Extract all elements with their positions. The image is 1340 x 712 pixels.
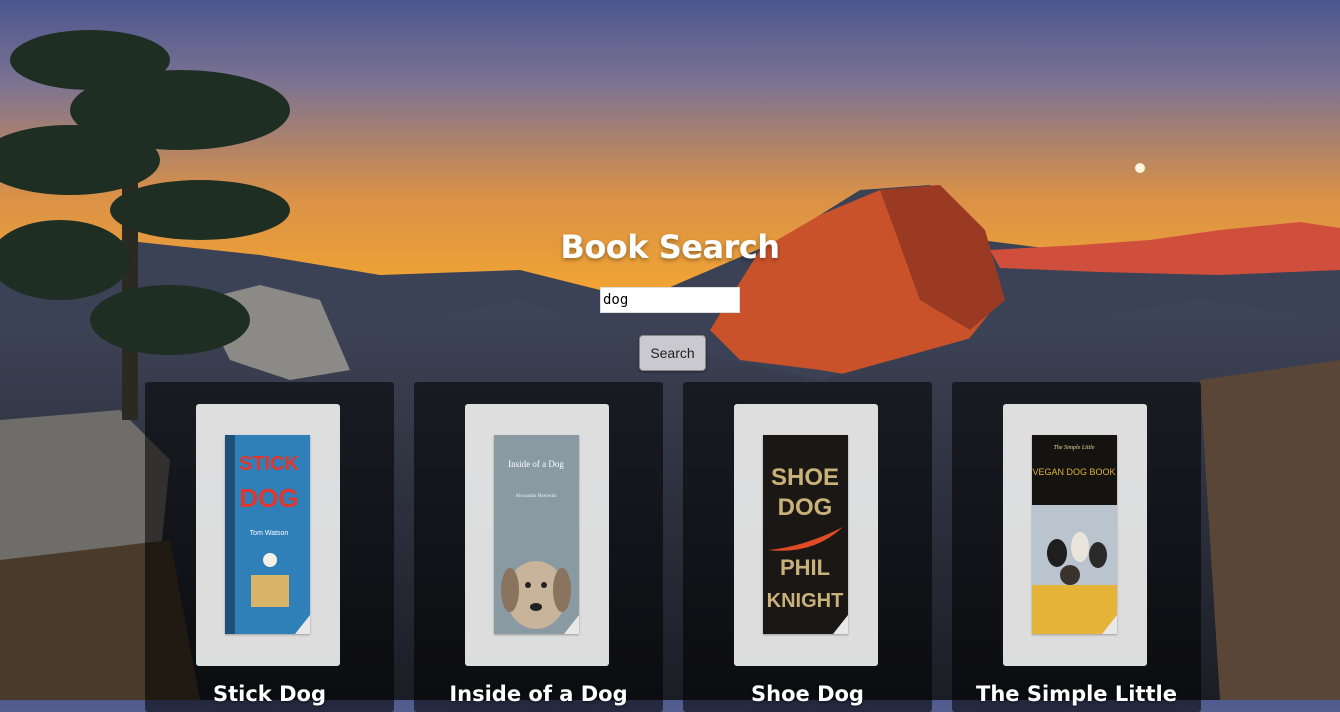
book-title[interactable]: Inside of a Dog xyxy=(414,682,663,706)
cover-word-1: SHOE xyxy=(771,464,839,491)
book-cover-image[interactable]: STICK DOG Tom Watson xyxy=(225,435,310,634)
cover-word-2: DOG xyxy=(778,494,833,521)
cover-author: Tom Watson xyxy=(250,530,289,537)
book-title[interactable]: The Simple Little xyxy=(952,682,1201,706)
cover-subtitle: The Simple Little xyxy=(1054,445,1095,451)
book-cover-image[interactable]: The Simple Little VEGAN DOG BOOK xyxy=(1032,435,1117,634)
book-card[interactable]: Inside of a Dog Alexandra Horowitz Insid… xyxy=(414,382,663,712)
cover-title: Inside of a Dog xyxy=(508,459,564,469)
book-cover-frame: The Simple Little VEGAN DOG BOOK xyxy=(1003,404,1147,666)
book-cover-frame: Inside of a Dog Alexandra Horowitz xyxy=(465,404,609,666)
cover-title-line-1: STICK xyxy=(239,453,300,475)
book-title[interactable]: Stick Dog xyxy=(145,682,394,706)
search-button[interactable]: Search xyxy=(639,335,706,371)
cover-title-line-2: DOG xyxy=(239,483,298,513)
book-card[interactable]: SHOE DOG PHIL KNIGHT Shoe Dog xyxy=(683,382,932,712)
cover-author: Alexandra Horowitz xyxy=(516,494,558,499)
header: Book Search xyxy=(0,228,1340,266)
results-grid: STICK DOG Tom Watson Stick Dog Inside of… xyxy=(145,382,1201,712)
book-cover-frame: SHOE DOG PHIL KNIGHT xyxy=(734,404,878,666)
cover-word-4: KNIGHT xyxy=(767,590,844,612)
book-cover-image[interactable]: Inside of a Dog Alexandra Horowitz xyxy=(494,435,579,634)
book-cover-image[interactable]: SHOE DOG PHIL KNIGHT xyxy=(763,435,848,634)
book-cover-frame: STICK DOG Tom Watson xyxy=(196,404,340,666)
search-input[interactable] xyxy=(600,287,740,313)
cover-title: VEGAN DOG BOOK xyxy=(1032,467,1115,477)
book-card[interactable]: STICK DOG Tom Watson Stick Dog xyxy=(145,382,394,712)
page-title: Book Search xyxy=(560,228,780,266)
cover-word-3: PHIL xyxy=(780,555,830,580)
book-title[interactable]: Shoe Dog xyxy=(683,682,932,706)
book-card[interactable]: The Simple Little VEGAN DOG BOOK The Sim… xyxy=(952,382,1201,712)
